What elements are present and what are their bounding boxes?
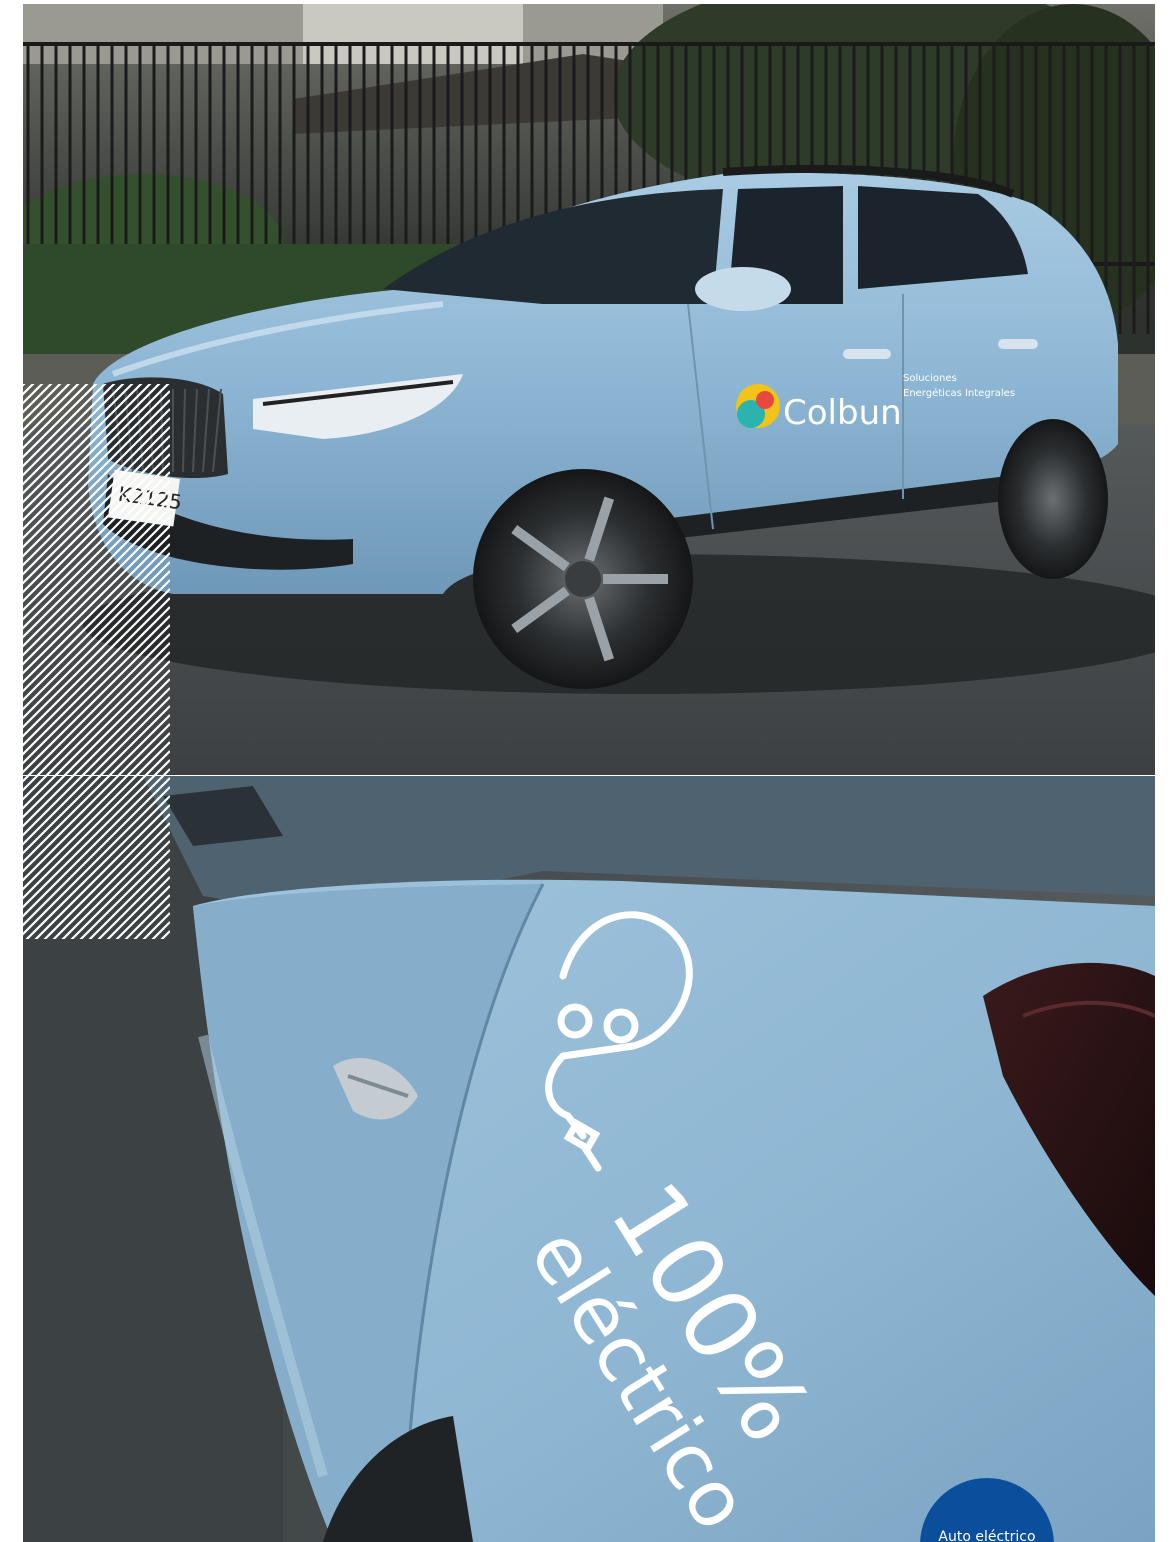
decorative-stripes [0, 384, 170, 939]
car-photo-top: K2125 Colbun Soluciones Energéticas Inte… [23, 4, 1155, 775]
car-photo-bottom: 100% eléctrico [23, 776, 1155, 1542]
door-text-line2: Energéticas Integrales [903, 387, 1015, 399]
door-text-line1: Soluciones [903, 373, 957, 384]
page: K2125 Colbun Soluciones Energéticas Inte… [0, 0, 1173, 1542]
colbun-logo [736, 384, 780, 428]
caption-badge-label: Auto eléctrico [938, 1529, 1036, 1542]
colbun-logo-text: Colbun [783, 393, 902, 433]
